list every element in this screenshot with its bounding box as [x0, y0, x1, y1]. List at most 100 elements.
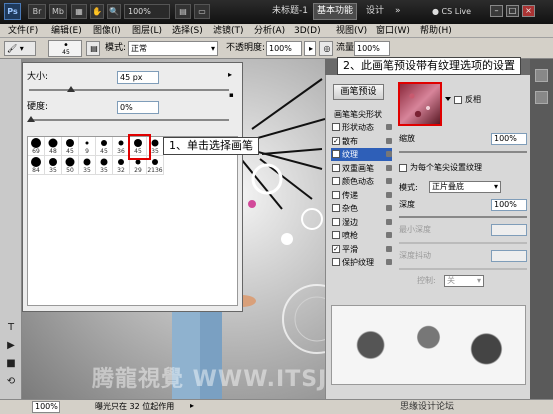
opacity-input[interactable]: 100%	[266, 41, 302, 56]
menu-file[interactable]: 文件(F)	[8, 25, 38, 37]
brush-setting-checkbox[interactable]	[332, 123, 340, 131]
brush-setting-checkbox[interactable]: ✓	[332, 136, 340, 145]
menu-select[interactable]: 选择(S)	[172, 25, 203, 37]
menu-analysis[interactable]: 分析(A)	[254, 25, 285, 37]
menu-edit[interactable]: 编辑(E)	[51, 25, 82, 37]
brush-setting-checkbox[interactable]	[332, 217, 340, 226]
status-menu-icon[interactable]: ▸	[190, 401, 194, 410]
tool-preset-picker[interactable]: 🖌 ▾	[4, 41, 36, 56]
brush-setting-item[interactable]: 颜色动态	[331, 175, 392, 188]
hand-tool-icon[interactable]: ✋	[90, 4, 104, 19]
workspace-design[interactable]: 设计	[366, 4, 384, 19]
lock-icon[interactable]	[386, 137, 392, 144]
pressure-opacity-icon[interactable]: ◎	[319, 41, 333, 56]
lock-icon[interactable]	[386, 178, 392, 184]
brush-setting-item[interactable]: 杂色	[331, 202, 392, 215]
brush-setting-checkbox[interactable]	[332, 258, 340, 266]
lock-icon[interactable]	[386, 124, 392, 130]
brush-preset-cell[interactable]: 35	[79, 156, 96, 175]
path-selection-tool-icon[interactable]: ▶	[4, 339, 18, 353]
scale-input[interactable]: 100%	[491, 133, 527, 145]
depth-input[interactable]: 100%	[491, 199, 527, 211]
lock-icon[interactable]	[386, 151, 392, 157]
brush-preset-cell[interactable]: 45	[62, 137, 79, 156]
screen-mode-icon[interactable]: ▭	[194, 4, 210, 19]
status-zoom-input[interactable]: 100%	[32, 401, 60, 413]
invert-checkbox[interactable]	[454, 96, 462, 104]
menu-filter[interactable]: 滤镜(T)	[213, 25, 244, 37]
brush-setting-item[interactable]: 湿边	[331, 216, 392, 229]
brush-setting-item[interactable]: 喷枪	[331, 229, 392, 242]
cs-live-button[interactable]: ● CS Live	[432, 4, 471, 19]
brush-setting-checkbox[interactable]	[332, 231, 340, 239]
mode-select[interactable]: 正常 ▾	[128, 41, 218, 56]
hardness-slider-track[interactable]	[29, 119, 229, 121]
brush-preset-cell[interactable]: 69	[28, 137, 45, 156]
brush-setting-checkbox[interactable]	[332, 190, 340, 199]
texture-pattern-swatch[interactable]	[398, 82, 442, 126]
menu-view[interactable]: 视图(V)	[336, 25, 367, 37]
3d-rotate-tool-icon[interactable]: ⟲	[4, 375, 18, 389]
hardness-input[interactable]: 0%	[117, 101, 159, 114]
menu-3d[interactable]: 3D(D)	[294, 25, 321, 37]
zoom-level-select[interactable]: 100%	[124, 4, 170, 19]
texture-mode-select[interactable]: 正片叠底 ▾	[429, 181, 501, 193]
menu-layer[interactable]: 图层(L)	[132, 25, 162, 37]
menu-help[interactable]: 帮助(H)	[420, 25, 452, 37]
lock-icon[interactable]	[386, 205, 392, 211]
shape-tool-icon[interactable]: ■	[4, 357, 18, 371]
menu-window[interactable]: 窗口(W)	[376, 25, 410, 37]
brush-preset-cell[interactable]: 9	[79, 137, 96, 156]
brush-setting-item[interactable]: 双重画笔	[331, 162, 392, 175]
workspace-more-icon[interactable]: »	[395, 4, 401, 19]
lock-icon[interactable]	[386, 259, 392, 265]
picker-menu-icon[interactable]: ▸	[228, 70, 232, 79]
flow-input[interactable]: 100%	[354, 41, 390, 56]
brush-setting-checkbox[interactable]	[332, 177, 340, 185]
new-preset-icon[interactable]: ▪	[229, 91, 234, 99]
scale-slider[interactable]	[399, 151, 527, 153]
brush-setting-item[interactable]: 传递	[331, 189, 392, 202]
brush-setting-item[interactable]: ✓ 纹理	[331, 148, 392, 161]
brush-preset-cell[interactable]: 48	[45, 137, 62, 156]
brush-setting-checkbox[interactable]	[332, 204, 340, 212]
size-slider-track[interactable]	[29, 89, 229, 91]
lock-icon[interactable]	[386, 218, 392, 225]
opacity-slider-icon[interactable]: ▸	[304, 41, 316, 56]
lock-icon[interactable]	[386, 191, 392, 198]
brush-panel-toggle-icon[interactable]: ▤	[86, 41, 100, 56]
brush-tip-shape-item[interactable]: 画笔笔尖形状	[331, 108, 392, 121]
extras-icon[interactable]: ▦	[71, 4, 87, 19]
hardness-slider-thumb[interactable]	[27, 116, 35, 122]
zoom-tool-icon[interactable]: 🔍	[107, 4, 121, 19]
depth-slider[interactable]	[399, 216, 527, 218]
brush-preset-cell[interactable]: 45	[96, 137, 113, 156]
mini-bridge-icon[interactable]: Mb	[49, 4, 67, 19]
brush-preset-cell[interactable]: 35	[96, 156, 113, 175]
brush-preset-cell[interactable]: 50	[62, 156, 79, 175]
brush-setting-checkbox[interactable]	[332, 163, 340, 172]
minimize-button[interactable]: –	[490, 5, 503, 17]
panel-dock-icon[interactable]	[535, 91, 548, 104]
brush-setting-checkbox[interactable]: ✓	[332, 244, 340, 253]
bridge-icon[interactable]: Br	[28, 4, 46, 19]
brush-preset-cell[interactable]: 84	[28, 156, 45, 175]
brush-preset-cell[interactable]: 35	[45, 156, 62, 175]
brush-setting-item[interactable]: 形状动态	[331, 121, 392, 134]
brush-setting-item[interactable]: 保护纹理	[331, 256, 392, 269]
maximize-button[interactable]: □	[506, 5, 519, 17]
type-tool-icon[interactable]: T	[4, 321, 18, 335]
size-slider-thumb[interactable]	[67, 86, 75, 92]
menu-image[interactable]: 图像(I)	[93, 25, 121, 37]
texture-each-tip-checkbox[interactable]	[399, 164, 407, 172]
close-button[interactable]: ×	[522, 5, 535, 17]
lock-icon[interactable]	[386, 245, 392, 252]
panel-dock-icon[interactable]	[535, 69, 548, 82]
brush-setting-checkbox[interactable]: ✓	[332, 150, 340, 158]
pattern-picker-arrow-icon[interactable]	[445, 97, 451, 101]
workspace-essentials[interactable]: 基本功能	[313, 3, 357, 20]
brush-presets-button[interactable]: 画笔预设	[333, 84, 384, 100]
brush-preset-picker[interactable]: • 45	[48, 40, 82, 57]
lock-icon[interactable]	[386, 164, 392, 171]
brush-setting-item[interactable]: ✓ 平滑	[331, 243, 392, 256]
